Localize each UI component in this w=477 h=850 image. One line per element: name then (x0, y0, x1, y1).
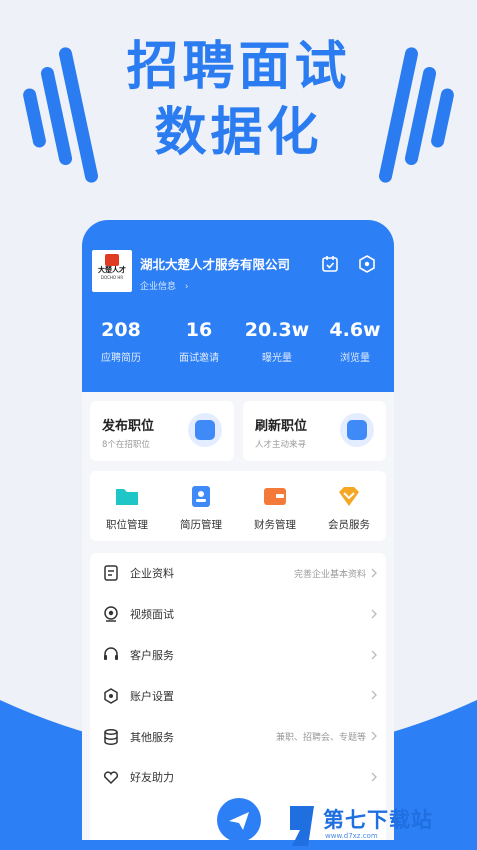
chevron-right-icon: › (184, 282, 189, 292)
refresh-job-desc: 人才主动来寻 (255, 440, 307, 450)
menu-item-company-profile[interactable]: 企业资料 完善企业基本资料 (90, 553, 386, 594)
post-job-desc: 8个在招职位 (102, 440, 150, 450)
menu-item-label: 账户设置 (130, 689, 174, 703)
stat-label: 应聘简历 (101, 353, 141, 364)
chevron-right-icon (371, 568, 377, 578)
menu-item-other-services[interactable]: 其他服务 兼职、招聘会、专题等 (90, 716, 386, 757)
menu-item-customer-service[interactable]: 客户服务 (90, 635, 386, 676)
quick-item-finance[interactable]: 财务管理 (238, 471, 312, 541)
settings-icon (104, 687, 118, 704)
stat-views[interactable]: 4.6w 浏览量 (316, 317, 394, 364)
stat-label: 曝光量 (262, 353, 292, 364)
send-button[interactable] (217, 798, 261, 840)
calendar-check-icon[interactable] (321, 255, 339, 273)
folder-icon (116, 489, 138, 505)
company-info-label: 企业信息 (140, 282, 177, 292)
company-header: 大楚人才 DOCHO HR 湖北大楚人才服务有限公司 企业信息 › 208 应聘… (82, 220, 394, 392)
company-info-link[interactable]: 企业信息 › (140, 279, 189, 292)
menu-list: 企业资料 完善企业基本资料 视频面试 客户服务 账户设置 其他服务 兼职、招聘会… (90, 553, 386, 840)
chevron-right-icon (371, 731, 377, 741)
chevron-right-icon (371, 609, 377, 619)
menu-item-video-interview[interactable]: 视频面试 (90, 594, 386, 635)
headset-icon (104, 647, 118, 660)
post-job-card[interactable]: 发布职位 8个在招职位 (90, 401, 234, 461)
chevron-right-icon (371, 690, 377, 700)
refresh-icon (340, 413, 374, 447)
heart-handshake-icon (103, 771, 119, 785)
logo-subtext: DOCHO HR (100, 275, 124, 280)
phone-screen: 大楚人才 DOCHO HR 湖北大楚人才服务有限公司 企业信息 › 208 应聘… (82, 220, 394, 840)
quick-item-membership[interactable]: 会员服务 (312, 471, 386, 541)
quick-item-label: 简历管理 (180, 519, 222, 531)
stat-label: 浏览量 (340, 353, 370, 364)
quick-item-label: 会员服务 (328, 519, 370, 531)
quick-access-grid: 职位管理 简历管理 财务管理 会员服务 (90, 471, 386, 541)
menu-item-label: 好友助力 (130, 771, 174, 785)
stat-applications[interactable]: 208 应聘简历 (82, 317, 160, 364)
stat-value: 4.6w (329, 319, 381, 341)
diamond-icon (339, 487, 359, 506)
watermark-url: www.d7xz.com (325, 832, 378, 840)
menu-item-friend-assist[interactable]: 好友助力 (90, 757, 386, 798)
stat-value: 20.3w (244, 319, 310, 341)
company-name: 湖北大楚人才服务有限公司 (140, 257, 291, 272)
database-icon (104, 728, 118, 745)
menu-item-account-settings[interactable]: 账户设置 (90, 675, 386, 716)
menu-item-hint: 完善企业基本资料 (293, 569, 366, 580)
logo-text: 大楚人才 (98, 266, 126, 274)
stats-row: 208 应聘简历 16 面试邀请 20.3w 曝光量 4.6w 浏览量 (82, 317, 394, 364)
wallet-icon (264, 488, 286, 505)
chevron-right-icon (371, 650, 377, 660)
stat-value: 208 (101, 319, 141, 341)
camera-icon (104, 606, 118, 622)
watermark-text: 第七下载站 (323, 808, 433, 832)
menu-item-label: 企业资料 (130, 567, 174, 581)
chevron-right-icon (371, 772, 377, 782)
send-icon (229, 812, 249, 830)
company-logo: 大楚人才 DOCHO HR (92, 250, 132, 292)
refresh-job-title: 刷新职位 (255, 419, 308, 434)
menu-item-hint: 兼职、招聘会、专题等 (275, 733, 366, 744)
quick-item-resumes[interactable]: 简历管理 (164, 471, 238, 541)
refresh-job-card[interactable]: 刷新职位 人才主动来寻 (243, 401, 386, 461)
post-job-title: 发布职位 (102, 419, 155, 434)
stat-value: 16 (185, 319, 213, 341)
briefcase-icon (188, 413, 222, 447)
settings-hexagon-icon[interactable] (358, 255, 376, 273)
quick-item-jobs[interactable]: 职位管理 (90, 471, 164, 541)
stat-label: 面试邀请 (179, 353, 219, 364)
menu-item-label: 其他服务 (130, 730, 174, 744)
menu-item-label: 视频面试 (130, 608, 174, 622)
stat-exposure[interactable]: 20.3w 曝光量 (238, 317, 316, 364)
document-icon (104, 565, 118, 582)
menu-item-label: 客户服务 (130, 648, 174, 662)
stat-interviews[interactable]: 16 面试邀请 (160, 317, 238, 364)
quick-item-label: 财务管理 (254, 519, 296, 531)
resume-icon (192, 486, 210, 507)
quick-item-label: 职位管理 (106, 519, 148, 531)
